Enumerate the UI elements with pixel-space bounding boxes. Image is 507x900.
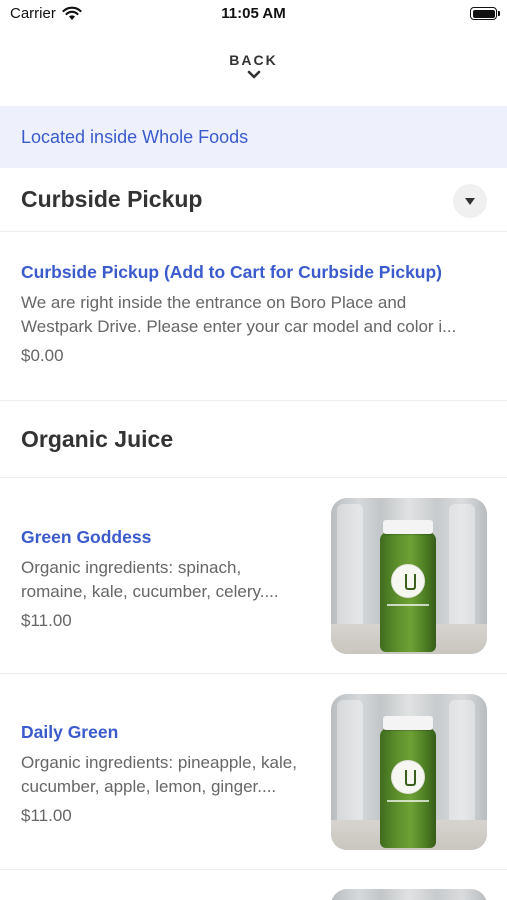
item-price: $0.00 [21, 346, 64, 365]
status-bar: Carrier 11:05 AM [0, 0, 507, 28]
item-image-partial [331, 889, 487, 900]
item-price: $11.00 [21, 806, 72, 825]
item-description-line: Organic ingredients: spinach, [21, 558, 242, 577]
menu-item-daily-green[interactable]: Daily Green Organic ingredients: pineapp… [0, 674, 507, 870]
location-banner: Located inside Whole Foods [0, 106, 507, 168]
item-image-green-goddess [331, 498, 487, 654]
section-title: Curbside Pickup [21, 186, 203, 212]
item-description-line: Organic ingredients: pineapple, kale, [21, 753, 297, 772]
section-title: Organic Juice [21, 425, 174, 452]
location-banner-text: Located inside Whole Foods [21, 126, 249, 147]
item-description-line: romaine, kale, cucumber, celery.... [21, 582, 279, 601]
item-name: Curbside Pickup (Add to Cart for Curbsid… [21, 262, 443, 282]
menu-item-partial[interactable] [0, 870, 507, 900]
status-time: 11:05 AM [221, 5, 286, 22]
caret-down-icon [465, 197, 475, 205]
back-button[interactable]: BACK [0, 52, 507, 80]
item-description-line: cucumber, apple, lemon, ginger.... [21, 777, 277, 796]
section-header-organic-juice: Organic Juice [0, 401, 507, 478]
section-header-curbside: Curbside Pickup [0, 168, 507, 232]
chevron-down-icon [247, 70, 260, 79]
item-description-line: We are right inside the entrance on Boro… [21, 293, 407, 312]
item-name: Daily Green [21, 722, 119, 742]
item-price: $11.00 [21, 611, 72, 630]
item-image-daily-green [331, 694, 487, 850]
menu-item-green-goddess[interactable]: Green Goddess Organic ingredients: spina… [0, 478, 507, 674]
menu-item-curbside-pickup[interactable]: Curbside Pickup (Add to Cart for Curbsid… [0, 232, 507, 401]
back-label: BACK [229, 52, 278, 68]
item-description: Organic ingredients: spinach, romaine, k… [21, 556, 321, 604]
battery-icon [470, 7, 500, 20]
item-description: Organic ingredients: pineapple, kale, cu… [21, 751, 321, 799]
section-collapse-button[interactable] [453, 184, 487, 218]
item-description: We are right inside the entrance on Boro… [21, 291, 491, 339]
item-description-line: Westpark Drive. Please enter your car mo… [21, 317, 457, 336]
item-name: Green Goddess [21, 527, 152, 547]
